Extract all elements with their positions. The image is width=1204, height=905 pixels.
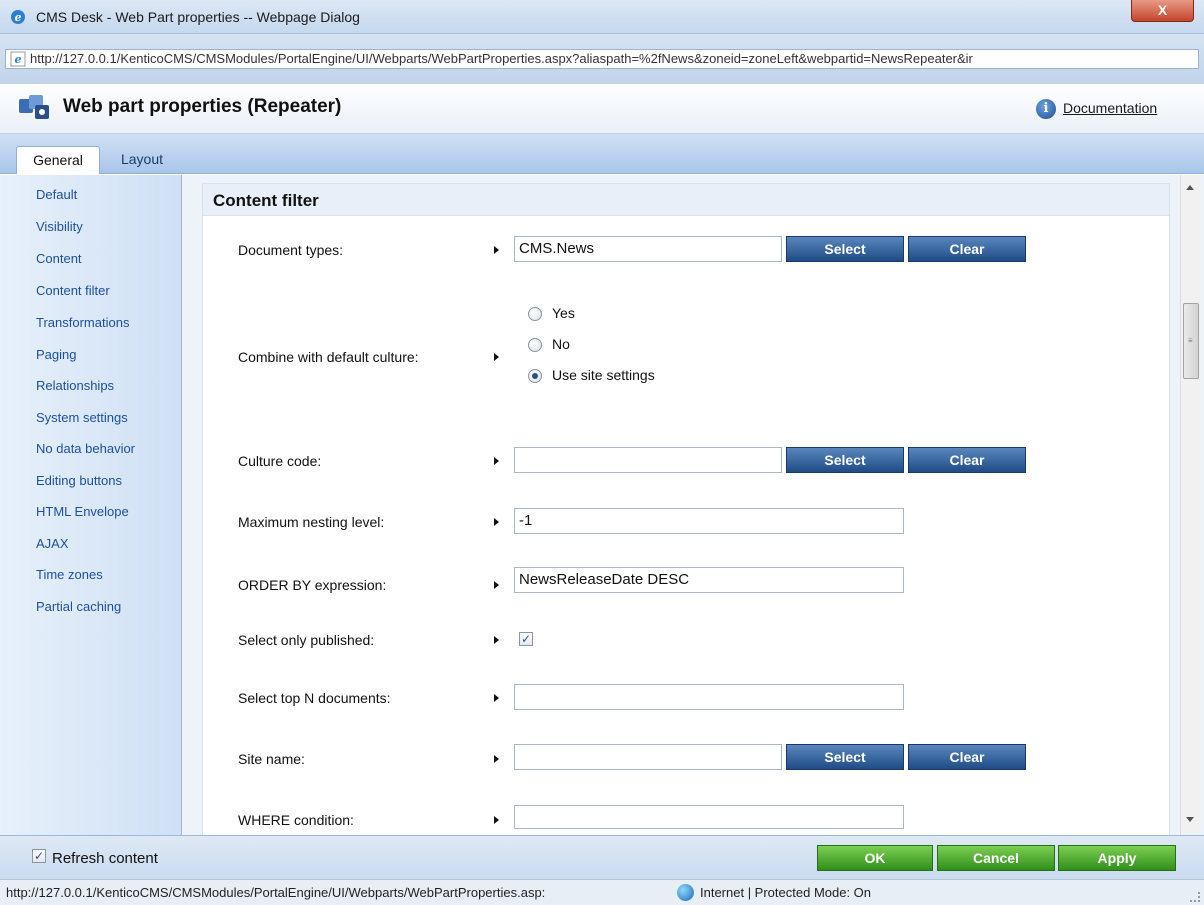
page-icon: e bbox=[10, 51, 26, 67]
radio-use-site-settings[interactable] bbox=[528, 369, 542, 383]
sidebar-item-default[interactable]: Default bbox=[36, 187, 77, 202]
scroll-thumb[interactable]: ≡ bbox=[1183, 303, 1199, 379]
expand-arrow-icon[interactable] bbox=[494, 518, 499, 526]
expand-arrow-icon[interactable] bbox=[494, 694, 499, 702]
sidebar-item-relationships[interactable]: Relationships bbox=[36, 378, 114, 393]
window-title: CMS Desk - Web Part properties -- Webpag… bbox=[36, 9, 360, 25]
properties-content: Content filter bbox=[182, 175, 1204, 843]
address-bar: e http://127.0.0.1/KenticoCMS/CMSModules… bbox=[0, 34, 1204, 84]
address-field[interactable]: e http://127.0.0.1/KenticoCMS/CMSModules… bbox=[5, 49, 1199, 69]
expand-arrow-icon[interactable] bbox=[494, 581, 499, 589]
expand-arrow-icon[interactable] bbox=[494, 353, 499, 361]
site-name-select-button[interactable]: Select bbox=[786, 744, 904, 770]
page-title: Web part properties (Repeater) bbox=[63, 96, 342, 117]
radio-use-site-settings-label: Use site settings bbox=[552, 367, 655, 383]
expand-arrow-icon[interactable] bbox=[494, 636, 499, 644]
sidebar-item-transformations[interactable]: Transformations bbox=[36, 315, 129, 330]
status-url: http://127.0.0.1/KenticoCMS/CMSModules/P… bbox=[6, 885, 546, 900]
section-title: Content filter bbox=[213, 191, 319, 210]
section-header: Content filter bbox=[203, 184, 1169, 216]
sidebar-item-partial-caching[interactable]: Partial caching bbox=[36, 599, 121, 614]
document-types-label: Document types: bbox=[238, 242, 344, 258]
scroll-down-arrow-icon[interactable] bbox=[1186, 817, 1194, 822]
refresh-content-label: Refresh content bbox=[52, 850, 158, 867]
globe-icon bbox=[677, 884, 694, 901]
window-close-button[interactable]: X bbox=[1131, 0, 1194, 22]
svg-text:e: e bbox=[15, 11, 22, 24]
site-name-clear-button[interactable]: Clear bbox=[908, 744, 1026, 770]
radio-yes-label: Yes bbox=[552, 305, 575, 321]
webpart-icon bbox=[19, 95, 49, 119]
sidebar-item-time-zones[interactable]: Time zones bbox=[36, 567, 103, 582]
max-nesting-input[interactable]: -1 bbox=[514, 508, 904, 534]
top-n-label: Select top N documents: bbox=[238, 690, 391, 706]
max-nesting-label: Maximum nesting level: bbox=[238, 514, 385, 530]
select-published-checkbox[interactable]: ✓ bbox=[519, 632, 533, 646]
top-n-input[interactable] bbox=[514, 684, 904, 710]
site-name-label: Site name: bbox=[238, 751, 305, 767]
sidebar-item-ajax[interactable]: AJAX bbox=[36, 536, 69, 551]
status-bar: http://127.0.0.1/KenticoCMS/CMSModules/P… bbox=[0, 879, 1204, 905]
tab-general[interactable]: General bbox=[16, 146, 100, 174]
refresh-content-checkbox[interactable]: ✓ bbox=[32, 849, 46, 863]
category-sidebar: Default Visibility Content Content filte… bbox=[0, 175, 182, 835]
expand-arrow-icon[interactable] bbox=[494, 755, 499, 763]
order-by-label: ORDER BY expression: bbox=[238, 577, 387, 593]
culture-code-input[interactable] bbox=[514, 447, 782, 473]
culture-code-label: Culture code: bbox=[238, 453, 322, 469]
documentation-link[interactable]: Documentation bbox=[1063, 100, 1157, 116]
culture-code-select-button[interactable]: Select bbox=[786, 447, 904, 473]
select-published-label: Select only published: bbox=[238, 632, 375, 648]
sidebar-item-paging[interactable]: Paging bbox=[36, 347, 76, 362]
content-scrollbar[interactable]: ≡ bbox=[1180, 175, 1201, 835]
site-name-input[interactable] bbox=[514, 744, 782, 770]
sidebar-item-editing-buttons[interactable]: Editing buttons bbox=[36, 473, 122, 488]
document-types-clear-button[interactable]: Clear bbox=[908, 236, 1026, 262]
security-zone-text: Internet | Protected Mode: On bbox=[700, 885, 872, 900]
info-icon: i bbox=[1036, 99, 1056, 119]
culture-code-clear-button[interactable]: Clear bbox=[908, 447, 1026, 473]
svg-text:e: e bbox=[15, 53, 22, 66]
combine-culture-label: Combine with default culture: bbox=[238, 349, 419, 365]
radio-no[interactable] bbox=[528, 338, 542, 352]
radio-yes[interactable] bbox=[528, 307, 542, 321]
sidebar-item-html-envelope[interactable]: HTML Envelope bbox=[36, 504, 129, 519]
expand-arrow-icon[interactable] bbox=[494, 246, 499, 254]
tab-layout[interactable]: Layout bbox=[110, 146, 174, 174]
sidebar-item-visibility[interactable]: Visibility bbox=[36, 219, 83, 234]
document-types-select-button[interactable]: Select bbox=[786, 236, 904, 262]
cancel-button[interactable]: Cancel bbox=[937, 845, 1055, 871]
sidebar-item-system-settings[interactable]: System settings bbox=[36, 410, 128, 425]
sidebar-item-no-data-behavior[interactable]: No data behavior bbox=[36, 441, 135, 456]
dialog-footer: ✓ Refresh content OK Cancel Apply bbox=[0, 835, 1204, 879]
tab-bar: General Layout bbox=[0, 134, 1204, 174]
radio-no-label: No bbox=[552, 336, 570, 352]
page-header: Web part properties (Repeater) i Documen… bbox=[0, 84, 1204, 134]
window-titlebar: e CMS Desk - Web Part properties -- Webp… bbox=[0, 0, 1204, 34]
document-types-input[interactable]: CMS.News bbox=[514, 236, 782, 262]
expand-arrow-icon[interactable] bbox=[494, 457, 499, 465]
where-condition-label: WHERE condition: bbox=[238, 812, 354, 828]
resize-grip-icon[interactable] bbox=[1190, 892, 1200, 902]
ok-button[interactable]: OK bbox=[817, 845, 933, 871]
sidebar-item-content[interactable]: Content bbox=[36, 251, 82, 266]
expand-arrow-icon[interactable] bbox=[494, 816, 499, 824]
apply-button[interactable]: Apply bbox=[1058, 845, 1176, 871]
order-by-input[interactable]: NewsReleaseDate DESC bbox=[514, 567, 904, 593]
address-url: http://127.0.0.1/KenticoCMS/CMSModules/P… bbox=[30, 51, 973, 66]
where-condition-input[interactable] bbox=[514, 805, 904, 829]
sidebar-item-content-filter[interactable]: Content filter bbox=[36, 283, 110, 298]
ie-logo-icon: e bbox=[11, 10, 25, 24]
scroll-up-arrow-icon[interactable] bbox=[1186, 185, 1194, 190]
